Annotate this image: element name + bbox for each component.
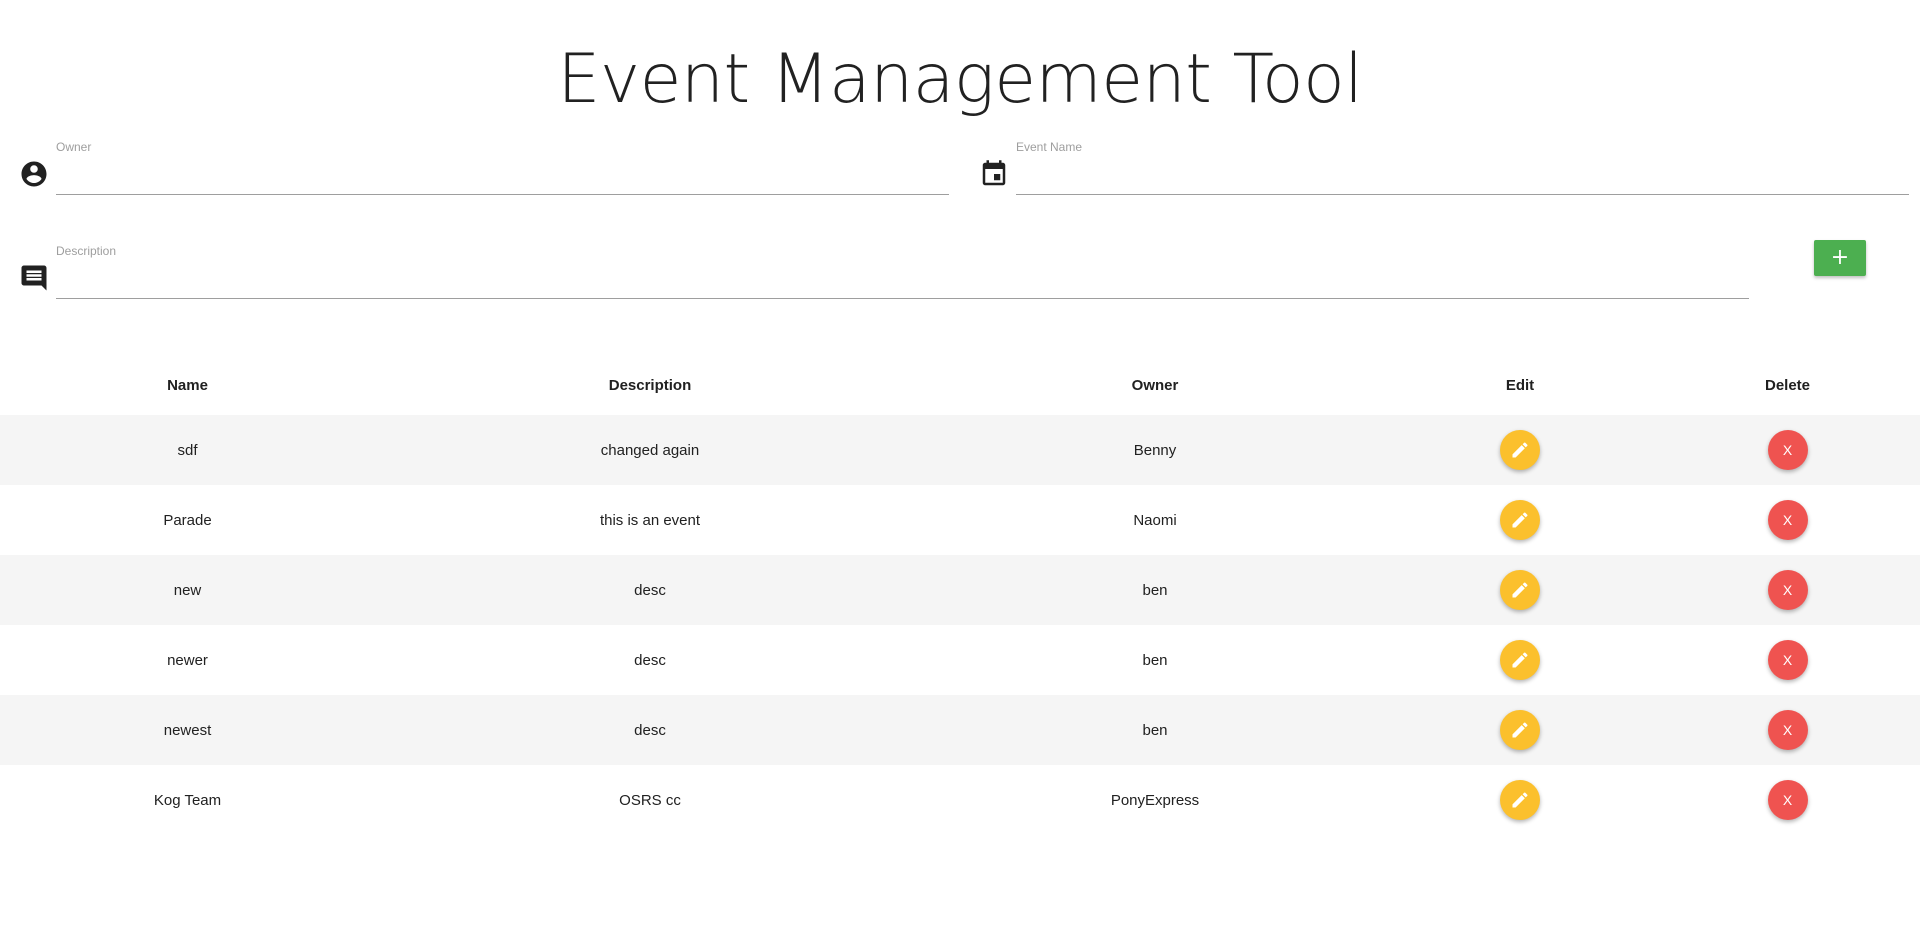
cell-description: this is an event [599,511,701,529]
account-circle-icon [21,161,47,187]
edit-button[interactable] [1500,430,1540,470]
cell-description: OSRS cc [619,791,681,809]
header-edit: Edit [1505,376,1535,394]
pencil-icon [1512,652,1528,668]
cell-description: changed again [375,415,925,485]
cell-description: desc [375,555,925,625]
table-row: newer desc ben X [0,625,1920,695]
add-event-button[interactable]: + [1814,240,1866,276]
header-description: Description [608,376,692,394]
event-name-field: Event Name [1016,140,1909,196]
header-name: Name [167,376,208,394]
pencil-icon [1512,512,1528,528]
table-row: Parade this is an event Naomi X [0,485,1920,555]
edit-button[interactable] [1500,640,1540,680]
edit-button[interactable] [1500,780,1540,820]
edit-button[interactable] [1500,570,1540,610]
table-row: newest desc ben X [0,695,1920,765]
pencil-icon [1512,582,1528,598]
description-input[interactable] [56,264,1749,299]
events-table: Name Description Owner Edit Delete sdf c… [0,355,1920,835]
table-header-row: Name Description Owner Edit Delete [0,355,1920,415]
description-label: Description [56,244,117,258]
delete-button[interactable]: X [1767,780,1808,820]
owner-label: Owner [56,140,92,154]
pencil-icon [1512,792,1528,808]
description-field: Description [56,244,1749,300]
cell-name: Parade [163,511,212,529]
pencil-icon [1512,722,1528,738]
cell-owner: Benny [925,415,1385,485]
owner-field: Owner [56,140,949,196]
calendar-icon [982,160,1006,186]
cell-name: newest [0,695,375,765]
cell-description: desc [375,695,925,765]
cell-name: new [0,555,375,625]
event-name-label: Event Name [1016,140,1083,154]
cell-owner: Naomi [1133,511,1177,529]
edit-button[interactable] [1500,500,1540,540]
event-name-input[interactable] [1016,160,1909,195]
cell-name: sdf [0,415,375,485]
cell-owner: PonyExpress [1110,791,1200,809]
table-row: sdf changed again Benny X [0,415,1920,485]
cell-owner: ben [925,695,1385,765]
cell-name: newer [167,651,208,669]
table-row: new desc ben X [0,555,1920,625]
delete-button[interactable]: X [1767,430,1808,470]
delete-button[interactable]: X [1767,500,1808,540]
owner-input[interactable] [56,160,949,195]
pencil-icon [1512,442,1528,458]
delete-button[interactable]: X [1767,570,1808,610]
cell-owner: ben [1142,651,1168,669]
page-title: Event Management Tool [557,40,1363,119]
header-owner: Owner [1131,376,1179,394]
cell-name: Kog Team [153,791,222,809]
table-row: Kog Team OSRS cc PonyExpress X [0,765,1920,835]
comment-icon [21,265,47,291]
header-delete: Delete [1764,376,1811,394]
delete-button[interactable]: X [1767,710,1808,750]
cell-description: desc [634,651,666,669]
delete-button[interactable]: X [1767,640,1808,680]
cell-owner: ben [925,555,1385,625]
edit-button[interactable] [1500,710,1540,750]
